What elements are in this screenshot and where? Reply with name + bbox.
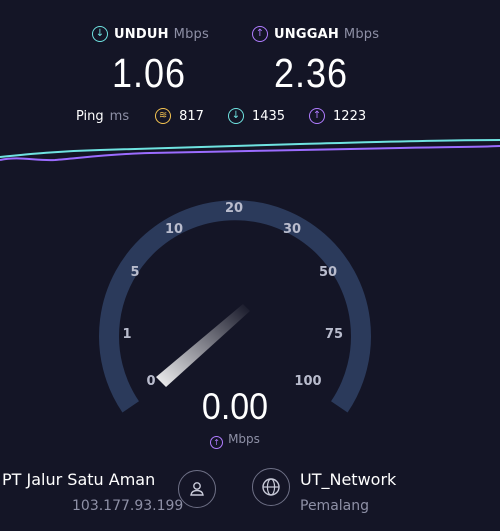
gauge-tick-label: 1 — [122, 327, 131, 342]
ping-unit: ms — [109, 108, 130, 124]
gauge-tick-label: 75 — [325, 327, 343, 342]
download-speed-value: 1.06 — [112, 50, 187, 96]
ping-label: Ping — [76, 108, 104, 124]
upload-speed-value: 2.36 — [274, 50, 349, 96]
ping-idle-value: 817 — [179, 108, 204, 124]
upload-header: ↑ UNGGAH Mbps — [252, 26, 379, 42]
ping-idle-icon: ≋ — [155, 108, 172, 124]
gauge-speed-value: 0.00 — [201, 386, 269, 428]
gauge-tick-label: 20 — [225, 201, 243, 216]
upload-unit: Mbps — [343, 26, 380, 42]
isp-name: PT Jalur Satu Aman — [2, 470, 156, 489]
upload-graph-line — [0, 145, 500, 162]
upload-label: UNGGAH — [274, 26, 339, 42]
download-unit: Mbps — [173, 26, 209, 42]
download-label: UNDUH — [114, 26, 169, 42]
ping-idle: ≋ 817 — [155, 108, 204, 124]
ping-row: Ping ms ≋ 817 ↓ 1435 ↑ 1223 — [76, 108, 390, 124]
isp-ip-address: 103.177.93.199 — [72, 498, 184, 514]
gauge-tick-label: 5 — [130, 265, 139, 280]
gauge-unit-label: Mbps — [228, 432, 260, 446]
server-location: Pemalang — [300, 498, 370, 514]
globe-icon[interactable] — [252, 468, 290, 506]
ping-upload: ↑ 1223 — [309, 108, 366, 124]
ping-upload-value: 1223 — [333, 108, 367, 124]
ping-download-value: 1435 — [251, 108, 286, 124]
gauge-tick-label: 50 — [319, 265, 337, 280]
speed-history-graph — [0, 139, 500, 162]
gauge-tick-label: 10 — [165, 222, 183, 237]
user-icon[interactable] — [178, 470, 216, 508]
upload-arrow-icon: ↑ — [210, 436, 224, 449]
ping-download: ↓ 1435 — [227, 108, 286, 124]
download-arrow-icon: ↓ — [227, 108, 244, 124]
upload-arrow-icon: ↑ — [252, 26, 268, 42]
gauge-tick-label: 30 — [283, 222, 301, 237]
download-header: ↓ UNDUH Mbps — [92, 26, 209, 42]
server-name[interactable]: UT_Network — [300, 470, 396, 489]
gauge-needle — [156, 304, 250, 387]
upload-arrow-icon: ↑ — [309, 108, 326, 124]
gauge-unit: ↑ Mbps — [0, 432, 470, 449]
download-arrow-icon: ↓ — [92, 26, 108, 42]
